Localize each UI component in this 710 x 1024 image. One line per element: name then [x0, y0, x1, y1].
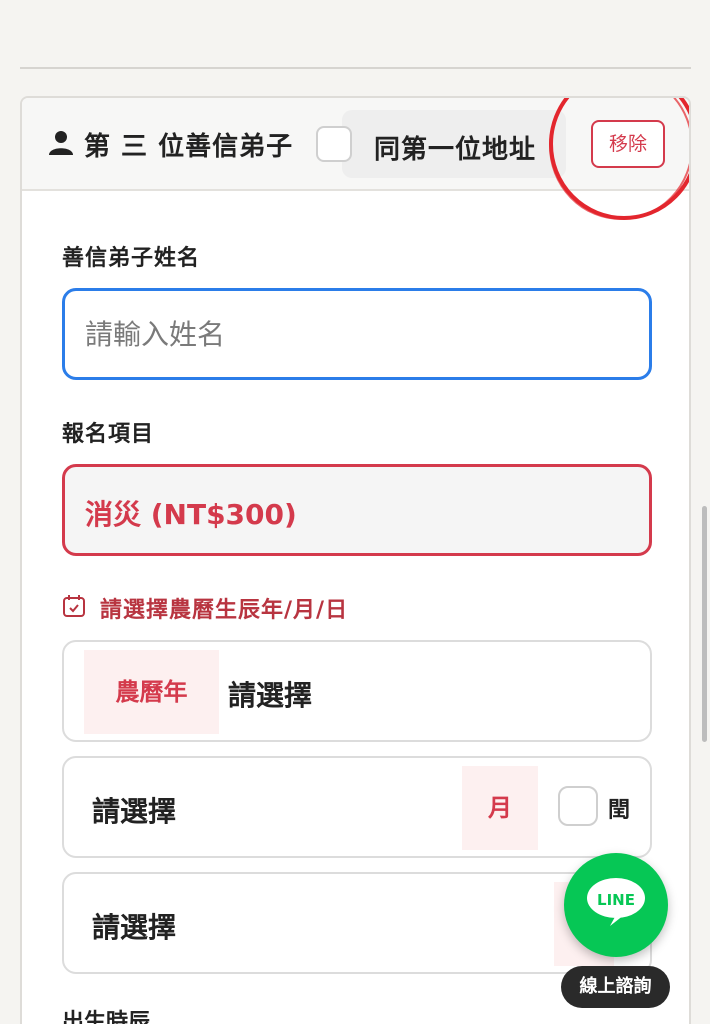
card-header: 第 三 位善信弟子 同第一位地址 移除 [22, 98, 689, 220]
card-title: 第 三 位善信弟子 [84, 132, 294, 162]
lunar-day-select[interactable]: 請選擇 [62, 872, 652, 974]
lunar-year-tag: 農曆年 [84, 650, 219, 734]
lunar-year-select[interactable]: 農曆年 請選擇 [62, 640, 652, 742]
line-chat-button[interactable]: LINE [564, 853, 668, 957]
person-icon [49, 131, 73, 155]
lunar-month-select[interactable]: 請選擇 月 閏 [62, 756, 652, 858]
line-label: LINE [597, 891, 635, 909]
same-address-label: 同第一位地址 [374, 135, 537, 165]
leap-month-checkbox[interactable] [558, 786, 598, 826]
item-select-value: 消災 (NT$300) [85, 498, 297, 531]
name-input[interactable] [62, 288, 652, 380]
lunar-month-value: 請選擇 [92, 795, 177, 828]
lunar-month-tag: 月 [462, 766, 538, 850]
remove-button[interactable]: 移除 [591, 120, 665, 168]
top-divider [20, 67, 691, 69]
lunar-date-heading-text: 請選擇農曆生辰年/月/日 [100, 598, 349, 623]
name-label: 善信弟子姓名 [62, 246, 201, 271]
item-select[interactable]: 消災 (NT$300) [62, 464, 652, 556]
scrollbar-thumb[interactable] [702, 506, 707, 742]
lunar-year-value: 請選擇 [228, 679, 313, 712]
same-address-option[interactable]: 同第一位地址 [316, 110, 566, 178]
page: 第 三 位善信弟子 同第一位地址 移除 善信弟子姓名 報名項目 消災 (NT$3… [0, 0, 710, 1024]
same-address-checkbox[interactable] [316, 126, 352, 162]
online-consult-button[interactable]: 線上諮詢 [561, 966, 670, 1008]
calendar-icon [63, 595, 85, 617]
leap-month-label: 閏 [608, 798, 631, 823]
item-label: 報名項目 [62, 422, 155, 447]
birth-time-label: 出生時辰 [62, 1010, 151, 1024]
lunar-day-value: 請選擇 [92, 911, 177, 944]
